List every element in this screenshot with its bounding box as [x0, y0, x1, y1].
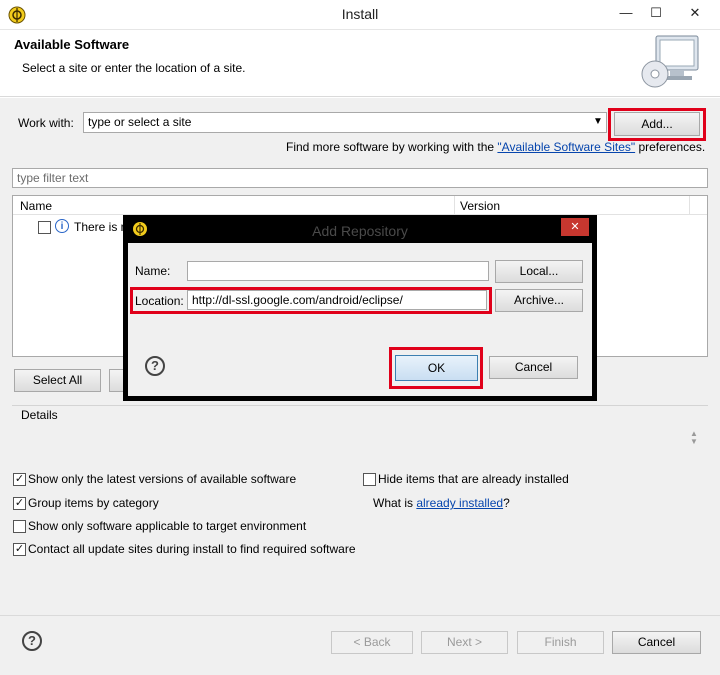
help-icon[interactable]: ? [22, 631, 42, 651]
contact-update-sites-checkbox[interactable]: ✓ [13, 543, 26, 556]
find-more-text: Find more software by working with the "… [286, 140, 705, 154]
column-divider [454, 196, 455, 215]
group-by-category-label: Group items by category [28, 496, 159, 510]
dialog-local-button[interactable]: Local... [495, 260, 583, 283]
column-header-name[interactable]: Name [20, 199, 52, 213]
dialog-help-icon[interactable]: ? [145, 356, 165, 376]
group-by-category-checkbox[interactable]: ✓ [13, 497, 26, 510]
back-button[interactable]: < Back [331, 631, 413, 654]
add-button-highlight [608, 108, 706, 141]
dialog-name-label: Name: [135, 264, 171, 278]
finish-button[interactable]: Finish [517, 631, 604, 654]
contact-update-sites-label: Contact all update sites during install … [28, 542, 356, 556]
find-more-prefix: Find more software by working with the [286, 140, 498, 154]
cancel-button[interactable]: Cancel [612, 631, 701, 654]
footer-separator [0, 615, 720, 616]
hide-installed-checkbox[interactable] [363, 473, 376, 486]
what-is-prefix: What is [373, 496, 417, 510]
dialog-title: Add Repository [312, 223, 408, 239]
details-separator [12, 405, 708, 406]
filter-input[interactable]: type filter text [12, 168, 708, 188]
info-icon: i [55, 219, 69, 233]
dialog-cancel-button[interactable]: Cancel [489, 356, 578, 379]
dialog-ok-button[interactable]: OK [395, 355, 478, 381]
work-with-placeholder: type or select a site [88, 115, 192, 129]
latest-versions-label: Show only the latest versions of availab… [28, 472, 297, 486]
chevron-down-icon[interactable]: ▼ [592, 116, 604, 128]
dialog-location-input[interactable]: http://dl-ssl.google.com/android/eclipse… [187, 290, 487, 310]
table-header [13, 196, 707, 215]
install-monitor-icon [640, 34, 702, 90]
already-installed-link[interactable]: already installed [416, 496, 503, 510]
work-with-combo[interactable]: type or select a site [83, 112, 607, 133]
table-row-text: There is n [74, 220, 128, 234]
header-subtitle: Select a site or enter the location of a… [22, 61, 246, 75]
latest-versions-checkbox[interactable]: ✓ [13, 473, 26, 486]
work-with-label: Work with: [18, 116, 74, 130]
find-more-suffix: preferences. [635, 140, 706, 154]
details-label: Details [21, 408, 58, 422]
target-environment-label: Show only software applicable to target … [28, 519, 307, 533]
dialog-archive-button[interactable]: Archive... [495, 289, 583, 312]
select-all-button[interactable]: Select All [14, 369, 101, 392]
maximize-button[interactable]: ☐ [642, 2, 670, 26]
details-scroll-icon[interactable]: ▲ ▼ [690, 430, 698, 446]
column-divider [689, 196, 690, 215]
dialog-close-button[interactable]: ✕ [561, 218, 589, 236]
next-button[interactable]: Next > [421, 631, 508, 654]
dialog-name-input[interactable] [187, 261, 489, 281]
hide-installed-label: Hide items that are already installed [378, 472, 569, 486]
filter-placeholder: type filter text [17, 171, 89, 185]
dialog-location-label: Location: [135, 294, 184, 308]
table-row-checkbox[interactable] [38, 221, 51, 234]
what-is-installed-text: What is already installed? [373, 496, 510, 510]
target-environment-checkbox[interactable] [13, 520, 26, 533]
header-title: Available Software [14, 37, 130, 52]
what-is-suffix: ? [503, 496, 510, 510]
minimize-button[interactable]: — [612, 2, 640, 26]
column-header-version[interactable]: Version [460, 199, 500, 213]
available-software-sites-link[interactable]: "Available Software Sites" [497, 140, 635, 154]
close-window-button[interactable]: ✕ [674, 2, 716, 26]
